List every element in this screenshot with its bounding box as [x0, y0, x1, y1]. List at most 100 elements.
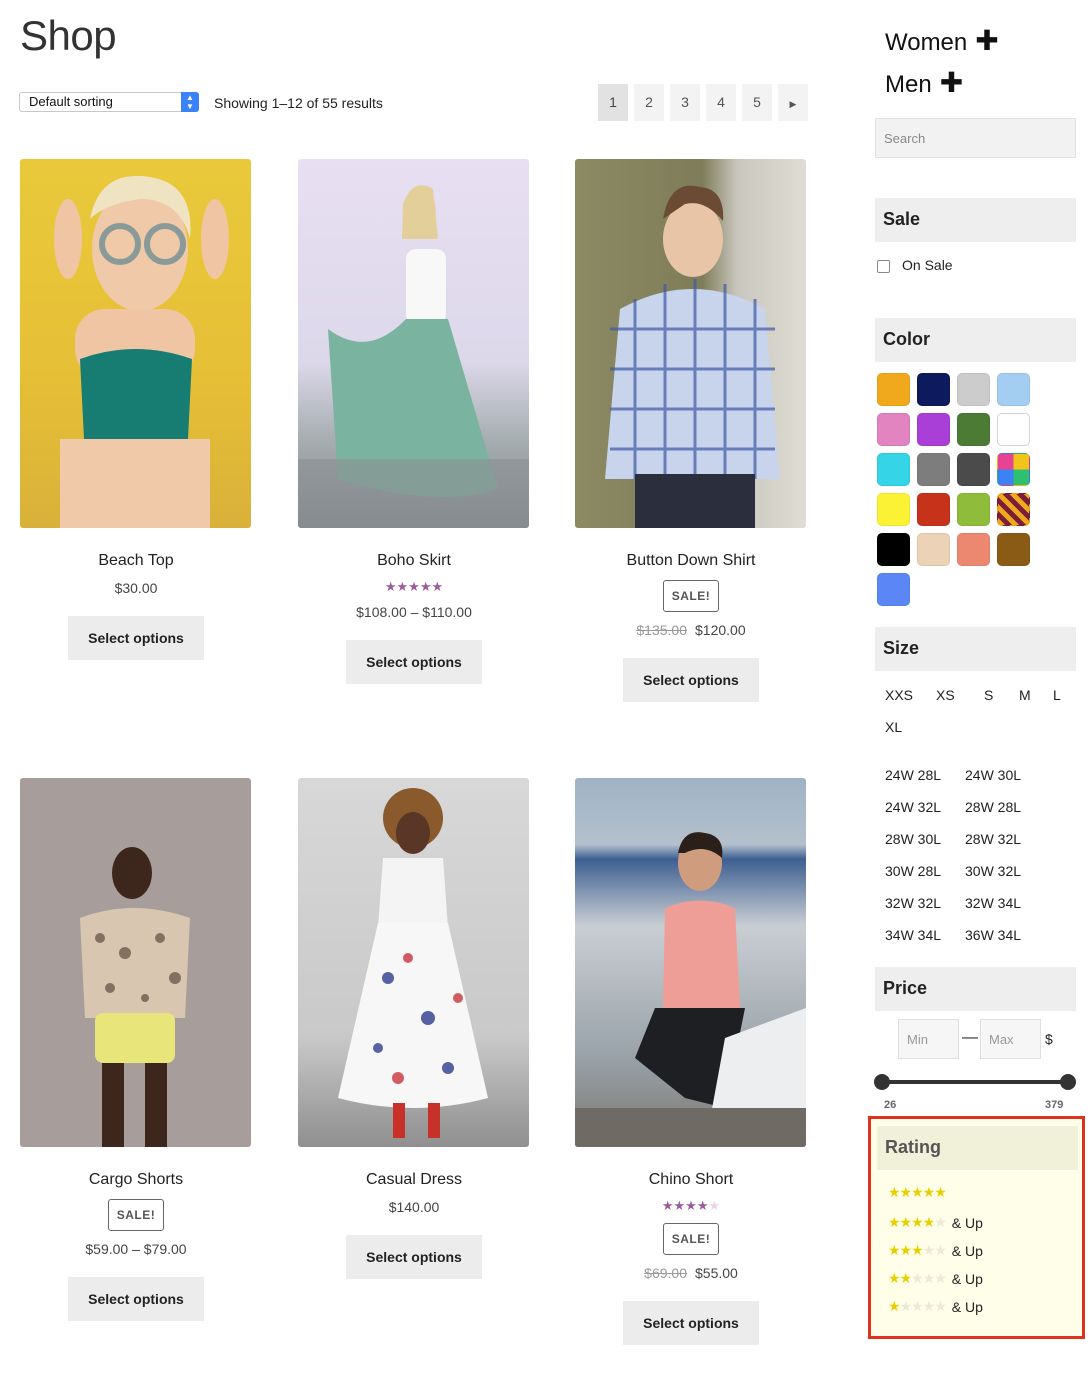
color-swatch[interactable] [877, 573, 910, 606]
product-name[interactable]: Cargo Shorts [20, 1171, 252, 1189]
size-options: XXS XS S M L XL 24W 28L 24W 30L 24W 32L 28… [885, 687, 1075, 957]
product-name[interactable]: Casual Dress [298, 1171, 530, 1189]
search-input[interactable]: Search [875, 118, 1076, 158]
page-5[interactable]: 5 [742, 84, 772, 121]
category-men[interactable]: Men ✚ [885, 66, 963, 99]
select-options-button[interactable]: Select options [623, 1301, 759, 1345]
page-4[interactable]: 4 [706, 84, 736, 121]
color-swatch[interactable] [957, 533, 990, 566]
star-rating-icon: ★★★★★ [888, 1184, 947, 1200]
rating-option-2[interactable]: ★★★★★ & Up [888, 1270, 983, 1287]
sale-widget-title: Sale [875, 198, 1076, 242]
color-swatch[interactable] [957, 413, 990, 446]
size-option[interactable]: 34W 34L [885, 927, 965, 943]
size-option[interactable]: 24W 32L [885, 799, 965, 815]
size-option[interactable]: 28W 30L [885, 831, 965, 847]
color-swatch[interactable] [917, 493, 950, 526]
product-sale-price: $120.00 [695, 622, 746, 638]
sort-select[interactable]: Default sorting ▲ ▼ [19, 92, 199, 112]
size-option[interactable]: 24W 30L [965, 767, 1021, 783]
select-options-button[interactable]: Select options [346, 640, 482, 684]
color-swatches [877, 373, 1030, 606]
price-slider-track[interactable] [882, 1080, 1068, 1084]
rating-option-3[interactable]: ★★★★★ & Up [888, 1242, 983, 1259]
size-option[interactable]: XS [936, 687, 984, 703]
plus-icon[interactable]: ✚ [940, 67, 963, 98]
size-option[interactable]: 32W 32L [885, 895, 965, 911]
size-option[interactable]: XL [885, 719, 902, 735]
size-option[interactable]: L [1053, 687, 1061, 703]
product-image[interactable] [298, 159, 529, 528]
price-min-input[interactable]: Min [898, 1019, 959, 1059]
size-option[interactable]: 28W 28L [965, 799, 1021, 815]
result-count: Showing 1–12 of 55 results [214, 95, 383, 111]
product-name[interactable]: Chino Short [575, 1171, 807, 1189]
size-option[interactable]: 36W 34L [965, 927, 1021, 943]
page-2[interactable]: 2 [634, 84, 664, 121]
select-options-button[interactable]: Select options [346, 1235, 482, 1279]
color-swatch[interactable] [877, 453, 910, 486]
color-swatch[interactable] [957, 493, 990, 526]
product-name[interactable]: Button Down Shirt [575, 552, 807, 570]
color-swatch[interactable] [917, 453, 950, 486]
color-swatch[interactable] [877, 493, 910, 526]
color-swatch[interactable] [997, 413, 1030, 446]
color-swatch[interactable] [877, 533, 910, 566]
size-option[interactable]: 28W 32L [965, 831, 1021, 847]
color-swatch[interactable] [957, 453, 990, 486]
product-image[interactable] [575, 159, 806, 528]
category-women[interactable]: Women ✚ [885, 24, 999, 57]
price-slider-max-handle[interactable] [1060, 1074, 1076, 1090]
product-image[interactable] [20, 159, 251, 528]
page-title: Shop [20, 12, 117, 59]
size-option[interactable]: 30W 32L [965, 863, 1021, 879]
size-option[interactable]: 30W 28L [885, 863, 965, 879]
color-swatch[interactable] [917, 373, 950, 406]
price-slider-min-handle[interactable] [874, 1074, 890, 1090]
color-swatch[interactable] [877, 413, 910, 446]
size-option[interactable]: S [984, 687, 1019, 703]
star-rating-icon: ★★★★★ [888, 1270, 947, 1286]
select-options-button[interactable]: Select options [68, 1277, 204, 1321]
size-option[interactable]: 32W 34L [965, 895, 1021, 911]
on-sale-checkbox[interactable] [877, 260, 890, 273]
select-options-button[interactable]: Select options [68, 616, 204, 660]
pattern-swatch[interactable] [997, 493, 1030, 526]
rating-option-4[interactable]: ★★★★★ & Up [888, 1214, 983, 1231]
sale-badge: SALE! [107, 1199, 165, 1231]
multicolor-swatch[interactable] [997, 453, 1030, 486]
rating-label: & Up [951, 1298, 983, 1315]
page-3[interactable]: 3 [670, 84, 700, 121]
rating-widget-title: Rating [877, 1126, 1078, 1170]
price-widget-title: Price [875, 967, 1076, 1011]
product-image[interactable] [20, 778, 251, 1147]
next-page-button[interactable]: ▶ [778, 84, 808, 121]
plus-icon[interactable]: ✚ [975, 25, 998, 56]
price-range-max: 379 [1045, 1099, 1064, 1111]
color-swatch[interactable] [997, 533, 1030, 566]
size-option[interactable]: 24W 28L [885, 767, 965, 783]
size-option[interactable]: XXS [885, 687, 936, 703]
color-swatch[interactable] [957, 373, 990, 406]
product-price: $135.00 $120.00 [575, 622, 807, 638]
select-arrows-icon: ▲ ▼ [181, 92, 199, 112]
size-option[interactable]: M [1019, 687, 1053, 703]
color-swatch[interactable] [917, 413, 950, 446]
rating-option-5[interactable]: ★★★★★ [888, 1184, 947, 1201]
product-image[interactable] [575, 778, 806, 1147]
rating-label: & Up [951, 1242, 983, 1259]
caret-right-icon: ▶ [789, 99, 797, 109]
color-swatch[interactable] [997, 373, 1030, 406]
product-card: Casual Dress $140.00 Select options [298, 778, 530, 1279]
category-label: Men [885, 71, 932, 98]
rating-option-1[interactable]: ★★★★★ & Up [888, 1298, 983, 1315]
color-swatch[interactable] [917, 533, 950, 566]
product-image[interactable] [298, 778, 529, 1147]
price-max-input[interactable]: Max [980, 1019, 1041, 1059]
on-sale-label[interactable]: On Sale [902, 257, 953, 273]
category-label: Women [885, 29, 968, 56]
product-name[interactable]: Beach Top [20, 552, 252, 570]
select-options-button[interactable]: Select options [623, 658, 759, 702]
color-swatch[interactable] [877, 373, 910, 406]
product-name[interactable]: Boho Skirt [298, 552, 530, 570]
